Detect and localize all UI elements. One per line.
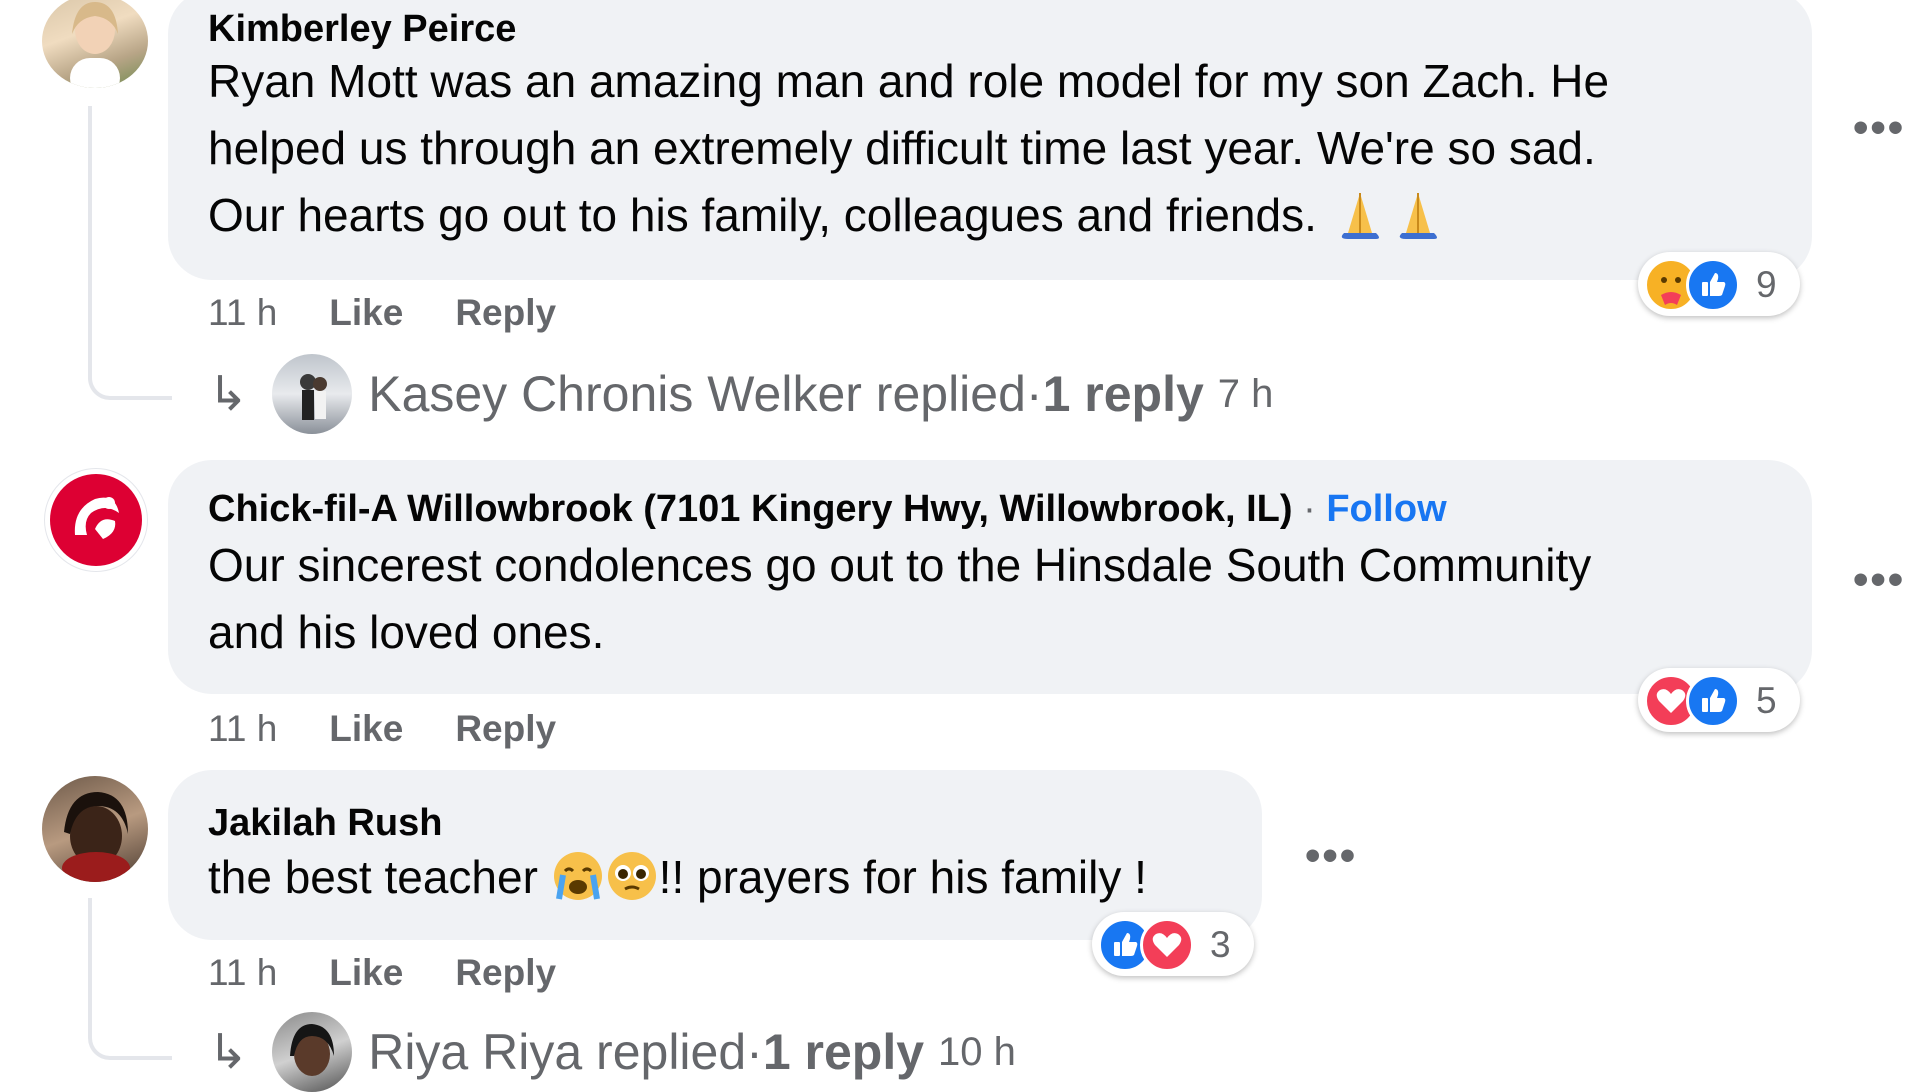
thread-line: [88, 898, 172, 1060]
comment-bubble: Chick-fil-A Willowbrook (7101 Kingery Hw…: [168, 460, 1812, 694]
more-options-icon[interactable]: •••: [1305, 834, 1357, 878]
replier-name: Kasey Chronis Welker replied: [368, 366, 1026, 422]
like-icon: [1686, 674, 1740, 728]
comment-time[interactable]: 11 h: [208, 292, 277, 333]
comment-actions: 11 h Like Reply: [208, 708, 556, 750]
view-replies-link[interactable]: ↳ Riya Riya replied · 1 reply 10 h: [208, 1012, 1016, 1092]
comment-text-end: !! prayers for his family !: [658, 851, 1147, 903]
reply-count: 1 reply: [1042, 366, 1204, 422]
like-icon: [1686, 258, 1740, 312]
reply-arrow-icon: ↳: [208, 1026, 249, 1079]
comment-time[interactable]: 11 h: [208, 708, 277, 749]
comment-bubble: Jakilah Rush the best teacher !! prayers…: [168, 770, 1262, 940]
reaction-count: 5: [1756, 680, 1777, 721]
follow-button[interactable]: Follow: [1326, 488, 1446, 530]
comment-author[interactable]: Jakilah Rush: [208, 802, 442, 845]
comment-author[interactable]: Chick-fil-A Willowbrook (7101 Kingery Hw…: [208, 488, 1293, 530]
comment-text: Ryan Mott was an amazing man and role mo…: [208, 48, 1798, 259]
comment-text-line: Ryan Mott was an amazing man and role mo…: [208, 55, 1610, 107]
comment-text-line: Our sincerest condolences go out to the …: [208, 539, 1592, 591]
reply-arrow-icon: ↳: [208, 368, 249, 421]
replier-name: Riya Riya replied: [368, 1024, 747, 1080]
more-options-icon[interactable]: •••: [1853, 558, 1905, 602]
avatar[interactable]: [42, 0, 148, 88]
reply-time: 7 h: [1217, 371, 1274, 416]
separator: ·: [1025, 366, 1043, 422]
comment-author-row: Chick-fil-A Willowbrook (7101 Kingery Hw…: [208, 488, 1447, 531]
like-button[interactable]: Like: [329, 952, 403, 993]
comment-actions: 11 h Like Reply: [208, 292, 556, 334]
pleading-face-emoji-icon: [605, 849, 659, 921]
comment-text: Our sincerest condolences go out to the …: [208, 532, 1798, 666]
more-options-icon[interactable]: •••: [1853, 106, 1905, 150]
reactions-summary[interactable]: 9: [1638, 252, 1800, 316]
comment-text: the best teacher !! prayers for his fami…: [208, 844, 1258, 921]
love-icon: [1140, 918, 1194, 972]
comment-text-line: and his loved ones.: [208, 606, 605, 658]
crying-face-emoji-icon: [551, 849, 605, 921]
reply-button[interactable]: Reply: [455, 292, 556, 333]
avatar[interactable]: [44, 468, 148, 572]
comment-text-line-with-emoji: Our hearts go out to his family, colleag…: [208, 182, 1798, 259]
comment-actions: 11 h Like Reply: [208, 952, 556, 994]
separator: ·: [746, 1024, 763, 1080]
replier-avatar: [272, 354, 353, 434]
praying-hands-emoji-icon: [1330, 189, 1448, 259]
reply-count: 1 reply: [762, 1024, 925, 1080]
reaction-count: 3: [1210, 924, 1231, 965]
comment-author[interactable]: Kimberley Peirce: [208, 8, 516, 51]
replier-avatar: [272, 1012, 353, 1092]
view-replies-link[interactable]: ↳ Kasey Chronis Welker replied · 1 reply…: [208, 354, 1273, 434]
comment-text-line: Our hearts go out to his family, colleag…: [208, 189, 1317, 241]
reply-button[interactable]: Reply: [455, 952, 556, 993]
reactions-summary[interactable]: 3: [1092, 912, 1254, 976]
comment-text-start: the best teacher: [208, 851, 551, 903]
reactions-summary[interactable]: 5: [1638, 668, 1800, 732]
comment-time[interactable]: 11 h: [208, 952, 277, 993]
comment-bubble: Kimberley Peirce Ryan Mott was an amazin…: [168, 0, 1812, 280]
reply-time: 10 h: [938, 1029, 1016, 1074]
thread-line: [88, 106, 172, 400]
like-button[interactable]: Like: [329, 708, 403, 749]
separator: ·: [1292, 488, 1327, 530]
reply-button[interactable]: Reply: [455, 708, 556, 749]
comment-text-line: helped us through an extremely difficult…: [208, 122, 1596, 174]
like-button[interactable]: Like: [329, 292, 403, 333]
avatar[interactable]: [42, 776, 148, 882]
reaction-count: 9: [1756, 264, 1777, 305]
